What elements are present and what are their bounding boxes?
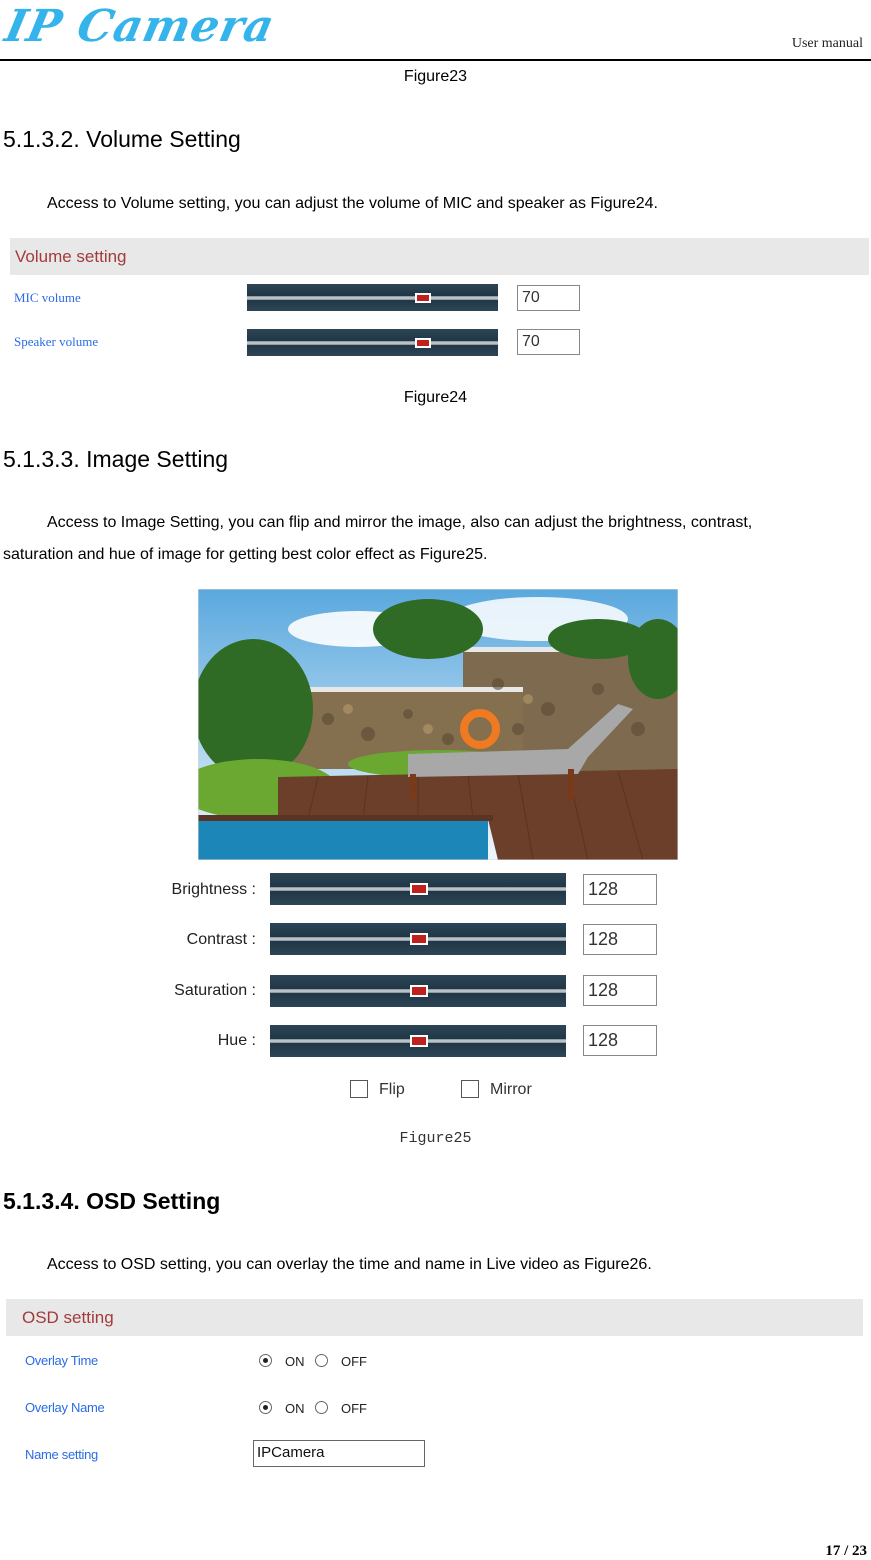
header-user-manual-label: User manual bbox=[791, 36, 863, 51]
slider-groove bbox=[247, 340, 498, 345]
speaker-volume-label: Speaker volume bbox=[14, 334, 99, 349]
speaker-volume-input[interactable]: 70 bbox=[517, 329, 580, 355]
overlay-time-on-radio[interactable] bbox=[259, 1354, 272, 1367]
mirror-checkbox[interactable] bbox=[461, 1080, 479, 1098]
osd-paragraph: Access to OSD setting, you can overlay t… bbox=[47, 1256, 652, 1273]
mic-volume-slider[interactable] bbox=[247, 284, 498, 311]
speaker-volume-slider[interactable] bbox=[247, 329, 498, 356]
image-paragraph-line2: saturation and hue of image for getting … bbox=[3, 546, 488, 563]
pool-scene-illustration bbox=[198, 589, 678, 860]
mirror-label: Mirror bbox=[490, 1081, 532, 1098]
contrast-label: Contrast : bbox=[186, 931, 256, 948]
name-setting-input[interactable]: IPCamera bbox=[253, 1440, 425, 1467]
brightness-label: Brightness : bbox=[171, 881, 256, 898]
volume-paragraph: Access to Volume setting, you can adjust… bbox=[47, 195, 658, 212]
overlay-name-on-radio[interactable] bbox=[259, 1401, 272, 1414]
slider-thumb[interactable] bbox=[409, 933, 428, 945]
volume-setting-title: Volume setting bbox=[15, 247, 127, 266]
slider-thumb[interactable] bbox=[409, 883, 428, 895]
figure25-caption: Figure25 bbox=[399, 1130, 472, 1147]
name-setting-label: Name setting bbox=[25, 1447, 98, 1462]
section-heading-osd: 5.1.3.4. OSD Setting bbox=[3, 1188, 221, 1214]
hue-label: Hue : bbox=[217, 1032, 256, 1049]
page-number: 17 / 23 bbox=[825, 1543, 867, 1559]
flip-label: Flip bbox=[379, 1081, 405, 1098]
figure24-caption: Figure24 bbox=[403, 389, 468, 406]
overlay-time-label: Overlay Time bbox=[25, 1353, 98, 1368]
mic-volume-input[interactable]: 70 bbox=[517, 285, 580, 311]
saturation-label: Saturation : bbox=[174, 982, 256, 999]
volume-setting-panel-header: Volume setting bbox=[10, 238, 869, 275]
section-heading-volume: 5.1.3.2. Volume Setting bbox=[3, 126, 241, 152]
slider-thumb[interactable] bbox=[409, 985, 428, 997]
slider-thumb[interactable] bbox=[414, 337, 431, 348]
overlay-time-off-radio[interactable] bbox=[315, 1354, 328, 1367]
saturation-input[interactable]: 128 bbox=[583, 975, 657, 1006]
camera-preview-image bbox=[198, 589, 678, 860]
brightness-input[interactable]: 128 bbox=[583, 874, 657, 905]
hue-slider[interactable] bbox=[270, 1025, 566, 1057]
header-divider bbox=[0, 59, 871, 61]
contrast-input[interactable]: 128 bbox=[583, 924, 657, 955]
slider-thumb[interactable] bbox=[414, 292, 431, 303]
section-heading-image: 5.1.3.3. Image Setting bbox=[3, 446, 229, 472]
saturation-slider[interactable] bbox=[270, 975, 566, 1007]
flip-checkbox[interactable] bbox=[350, 1080, 368, 1098]
figure23-caption: Figure23 bbox=[403, 68, 468, 85]
contrast-slider[interactable] bbox=[270, 923, 566, 955]
overlay-time-on-label: ON bbox=[285, 1354, 305, 1369]
overlay-name-on-label: ON bbox=[285, 1401, 305, 1416]
ip-camera-logo: IP Camera bbox=[0, 1, 280, 52]
overlay-time-off-label: OFF bbox=[341, 1354, 367, 1369]
slider-thumb[interactable] bbox=[409, 1035, 428, 1047]
slider-groove bbox=[247, 295, 498, 300]
image-paragraph-line1: Access to Image Setting, you can flip an… bbox=[47, 514, 753, 531]
overlay-name-off-label: OFF bbox=[341, 1401, 367, 1416]
overlay-name-label: Overlay Name bbox=[25, 1400, 105, 1415]
overlay-name-off-radio[interactable] bbox=[315, 1401, 328, 1414]
hue-input[interactable]: 128 bbox=[583, 1025, 657, 1056]
brightness-slider[interactable] bbox=[270, 873, 566, 905]
mic-volume-label: MIC volume bbox=[14, 290, 81, 305]
osd-setting-title: OSD setting bbox=[22, 1308, 114, 1327]
osd-setting-panel-header: OSD setting bbox=[6, 1299, 863, 1336]
